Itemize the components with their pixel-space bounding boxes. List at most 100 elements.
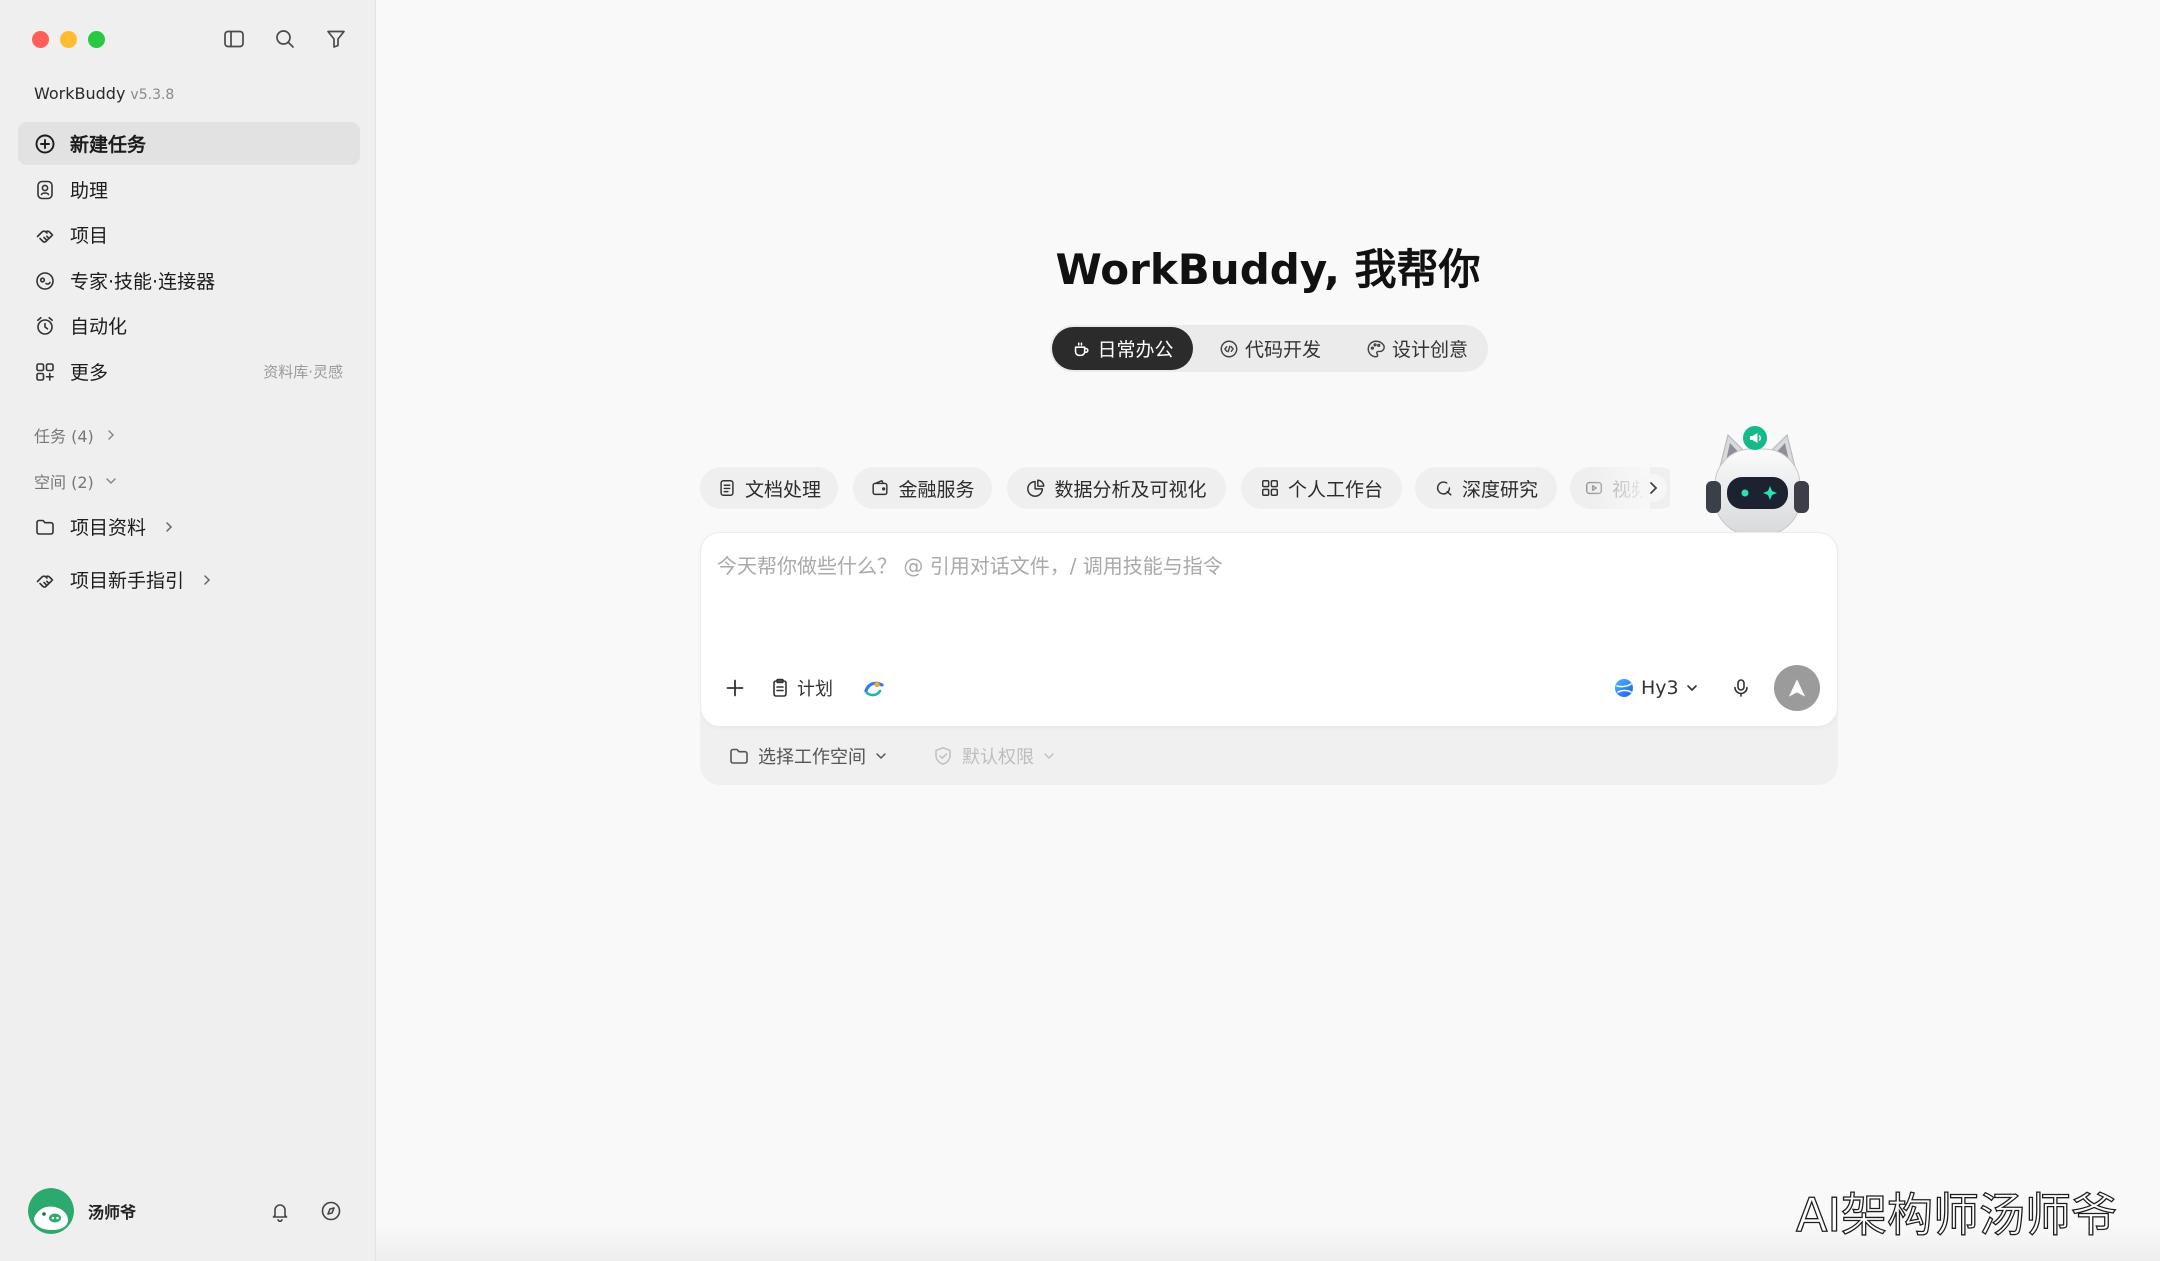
space-item-project-materials[interactable]: 项目资料 xyxy=(18,505,360,548)
mode-tab-daily-office[interactable]: 日常办公 xyxy=(1052,327,1193,370)
folder-icon xyxy=(34,516,56,538)
app-name: WorkBuddy xyxy=(34,84,126,103)
plus-circle-icon xyxy=(34,133,56,155)
spaces-section-label: 空间 (2) xyxy=(34,473,94,492)
brand-logo-icon xyxy=(864,681,884,697)
chip-document-processing[interactable]: 文档处理 xyxy=(700,467,838,509)
model-label: Hy3 xyxy=(1641,677,1679,699)
chevron-right-icon xyxy=(108,430,114,440)
megaphone-icon xyxy=(1750,433,1761,443)
send-button[interactable] xyxy=(1774,665,1820,711)
globe-icon xyxy=(1615,679,1633,697)
wallet-icon xyxy=(872,480,889,496)
sidebar-item-label: 新建任务 xyxy=(70,134,147,156)
tasks-section-label: 任务 (4) xyxy=(34,427,94,446)
compass-icon[interactable] xyxy=(320,1200,342,1222)
tasks-section-header[interactable]: 任务 (4) xyxy=(34,423,118,447)
chip-data-analysis[interactable]: 数据分析及可视化 xyxy=(1007,467,1226,509)
workspace-label: 选择工作空间 xyxy=(758,747,866,768)
user-profile[interactable]: 汤师爷 xyxy=(28,1188,136,1234)
chip-label: 数据分析及可视化 xyxy=(1054,478,1207,501)
pie-chart-icon xyxy=(1027,479,1045,497)
sidebar-item-label: 更多 xyxy=(70,362,109,384)
mic-icon xyxy=(1734,679,1748,697)
sidebar: WorkBuddy v5.3.8 新建任务 助理 项目 专家·技能·连接器 自动化… xyxy=(0,0,376,1261)
chip-personal-workbench[interactable]: 个人工作台 xyxy=(1241,467,1402,509)
alarm-clock-icon xyxy=(34,315,56,337)
send-arrow-icon xyxy=(1788,679,1806,697)
search-icon[interactable] xyxy=(273,27,297,51)
research-icon xyxy=(1436,481,1452,496)
chip-label: 文档处理 xyxy=(744,478,821,501)
chip-deep-research[interactable]: 深度研究 xyxy=(1415,467,1557,509)
permission-selector[interactable]: 默认权限 xyxy=(932,742,1056,770)
brand-tool-button[interactable] xyxy=(862,676,886,700)
app-version: v5.3.8 xyxy=(130,87,175,103)
bell-icon[interactable] xyxy=(269,1200,291,1222)
sidebar-item-label: 自动化 xyxy=(70,316,128,338)
sidebar-toggle-icon[interactable] xyxy=(222,27,246,51)
folder-icon xyxy=(730,748,748,764)
expert-icon xyxy=(34,270,56,292)
composer: 计划 Hy3 选择工作空间 默认权限 xyxy=(700,532,1838,785)
close-window-button[interactable] xyxy=(32,31,49,48)
mode-tab-code-dev[interactable]: 代码开发 xyxy=(1205,327,1335,370)
space-item-label: 项目资料 xyxy=(70,517,147,539)
filter-icon[interactable] xyxy=(324,27,348,51)
model-selector[interactable]: Hy3 xyxy=(1613,673,1699,703)
mode-tab-label: 设计创意 xyxy=(1391,339,1468,361)
assistant-icon xyxy=(34,179,56,201)
sidebar-item-new-task[interactable]: 新建任务 xyxy=(18,122,360,165)
zoom-window-button[interactable] xyxy=(88,31,105,48)
sidebar-item-more[interactable]: 更多 资料库·灵感 xyxy=(18,350,360,393)
mode-tab-design[interactable]: 设计创意 xyxy=(1354,327,1480,370)
space-item-project-guide[interactable]: 项目新手指引 xyxy=(18,558,360,601)
apps-icon xyxy=(34,361,56,383)
chip-label: 个人工作台 xyxy=(1287,478,1383,501)
watermark: AI架构师汤师爷 xyxy=(1795,1187,2118,1242)
mode-tab-label: 日常办公 xyxy=(1097,339,1174,361)
prompt-input[interactable] xyxy=(717,551,1817,613)
palette-icon xyxy=(1367,340,1385,357)
chevron-down-icon xyxy=(876,753,886,760)
chevron-right-icon xyxy=(204,574,211,585)
shield-check-icon xyxy=(935,747,951,765)
page-title: WorkBuddy, 我帮你 xyxy=(1055,245,1481,294)
sidebar-item-automation[interactable]: 自动化 xyxy=(18,304,360,347)
chip-financial-services[interactable]: 金融服务 xyxy=(853,467,992,509)
chips-next-button[interactable] xyxy=(1639,474,1667,502)
avatar[interactable] xyxy=(28,1188,74,1234)
mode-switcher: 日常办公 代码开发 设计创意 xyxy=(1050,325,1488,372)
workspace-selector[interactable]: 选择工作空间 xyxy=(728,742,888,770)
plan-button[interactable]: 计划 xyxy=(769,673,833,703)
plus-icon xyxy=(726,679,744,697)
app-title: WorkBuddy v5.3.8 xyxy=(34,83,174,106)
mascot-speech-bubble[interactable] xyxy=(1743,426,1767,450)
plan-label: 计划 xyxy=(797,679,833,700)
spaces-section-header[interactable]: 空间 (2) xyxy=(34,469,118,493)
sidebar-item-project[interactable]: 项目 xyxy=(18,213,360,256)
attach-button[interactable] xyxy=(723,676,747,700)
sidebar-item-assistant[interactable]: 助理 xyxy=(18,168,360,211)
guide-icon xyxy=(34,569,56,591)
chevron-down-icon xyxy=(1044,753,1054,760)
sidebar-item-experts[interactable]: 专家·技能·连接器 xyxy=(18,259,360,302)
code-icon xyxy=(1220,340,1238,357)
user-name: 汤师爷 xyxy=(88,1203,137,1222)
voice-input-button[interactable] xyxy=(1730,677,1752,699)
chevron-down-icon xyxy=(1686,685,1697,692)
sidebar-item-label: 专家·技能·连接器 xyxy=(70,271,216,293)
grid-icon xyxy=(1261,480,1278,496)
coffee-icon xyxy=(1075,341,1090,356)
sidebar-item-label: 项目 xyxy=(70,225,109,247)
chevron-right-icon xyxy=(166,521,173,532)
project-icon xyxy=(34,224,56,246)
chip-label: 金融服务 xyxy=(898,478,975,501)
chevron-right-icon xyxy=(1650,482,1658,494)
minimize-window-button[interactable] xyxy=(60,31,77,48)
chevron-down-icon xyxy=(106,478,116,485)
clipboard-icon xyxy=(773,678,787,697)
mode-tab-label: 代码开发 xyxy=(1244,339,1321,361)
sidebar-item-hint: 资料库·灵感 xyxy=(263,363,343,381)
sidebar-item-label: 助理 xyxy=(70,180,109,202)
